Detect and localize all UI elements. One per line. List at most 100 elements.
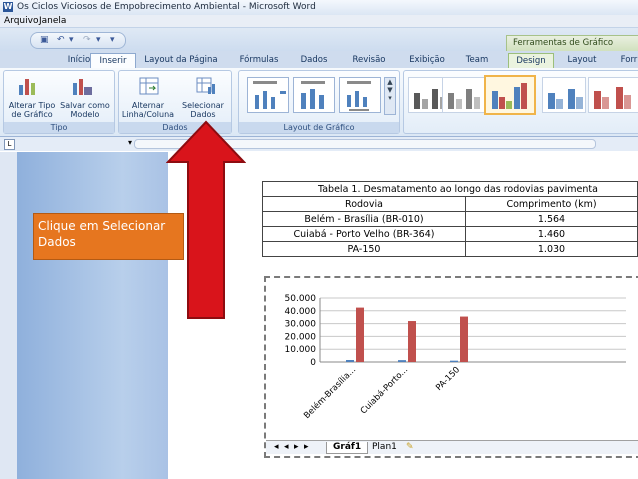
bar — [356, 307, 364, 362]
table-header: Rodovia — [262, 196, 466, 212]
chevron-down-icon[interactable]: ▾ — [96, 35, 101, 45]
bar — [460, 316, 468, 362]
window-title: Os Ciclos Viciosos de Empobrecimento Amb… — [17, 2, 316, 12]
last-sheet-icon[interactable]: ▸ — [304, 442, 309, 453]
group-tipo: Alterar Tipo de Gráfico Salvar como Mode… — [3, 70, 115, 134]
save-template-icon[interactable] — [71, 75, 93, 97]
prev-sheet-icon[interactable]: ◂ — [284, 442, 289, 453]
table-cell: Belém - Brasília (BR-010) — [262, 211, 466, 227]
chart-layout-2-thumbnail[interactable] — [293, 77, 335, 113]
tab-layout-pagina[interactable]: Layout da Página — [142, 53, 220, 68]
insert-sheet-icon[interactable]: ✎ — [406, 442, 414, 453]
document-margin-area — [17, 152, 168, 479]
tab-formatar[interactable]: Forr — [618, 53, 638, 68]
bar — [398, 360, 406, 362]
button-label: Linha/Coluna — [121, 110, 175, 119]
ribbon-tabs: Início Inserir Layout da Página Fórmulas… — [0, 51, 638, 69]
switch-row-column-button[interactable]: Alternar Linha/Coluna — [120, 101, 176, 119]
ruler-strip: L ▾ — [0, 137, 638, 151]
change-chart-type-icon[interactable] — [17, 75, 39, 97]
save-as-template-button[interactable]: Salvar como Modelo — [58, 101, 112, 119]
chart-layout-3-thumbnail[interactable] — [339, 77, 381, 113]
data-table: Tabela 1. Desmatamento ao longo das rodo… — [262, 181, 638, 257]
table-cell: 1.564 — [465, 211, 638, 227]
tab-dados[interactable]: Dados — [296, 53, 332, 68]
button-label: Dados — [190, 110, 216, 119]
switch-row-column-icon[interactable] — [138, 75, 160, 97]
chevron-down-icon[interactable]: ▾ — [69, 35, 74, 45]
tab-revisao[interactable]: Revisão — [349, 53, 389, 68]
y-tick-label: 40.000 — [285, 307, 317, 317]
chart-tools-label: Ferramentas de Gráfico — [513, 38, 614, 48]
customize-icon[interactable]: ▾ — [110, 35, 115, 45]
group-label: Layout de Gráfico — [239, 122, 399, 133]
chevron-down-icon[interactable]: ▾ — [128, 138, 132, 147]
bar — [346, 359, 354, 362]
y-tick-label: 10.000 — [285, 345, 317, 355]
table-row: Cuiabá - Porto Velho (BR-364) 1.460 — [262, 226, 638, 242]
tab-team[interactable]: Team — [462, 53, 492, 68]
more-icon[interactable]: ▾ — [385, 94, 395, 102]
y-tick-label: 0 — [310, 358, 316, 368]
sheet-tab-graf1[interactable]: Gráf1 — [326, 442, 369, 454]
tab-selector[interactable]: L — [4, 139, 15, 150]
redo-icon[interactable]: ↷ — [83, 35, 91, 45]
next-sheet-icon[interactable]: ▸ — [294, 442, 299, 453]
chart-layout-1-thumbnail[interactable] — [247, 77, 289, 113]
table-row: PA-150 1.030 — [262, 241, 638, 257]
button-label: Salvar como — [60, 101, 110, 110]
button-label: de Gráfico — [11, 110, 53, 119]
tab-design[interactable]: Design — [508, 53, 554, 69]
button-label: Alterar Tipo — [8, 101, 56, 110]
sheet-tabs: ◂ ◂ ▸ ▸ Gráf1 Plan1 ✎ — [266, 440, 638, 454]
scroll-up-icon[interactable]: ▲ — [385, 78, 395, 86]
first-sheet-icon[interactable]: ◂ — [274, 442, 279, 453]
x-tick-label: Belém-Brasília... — [302, 364, 359, 421]
embedded-chart[interactable]: 0 10.000 20.000 30.000 40.000 50.000 Belém-Bra… — [264, 276, 638, 458]
tab-layout[interactable]: Layout — [564, 53, 600, 68]
select-data-icon[interactable] — [195, 75, 217, 97]
chart-style-2-thumbnail[interactable] — [442, 77, 486, 113]
table-cell: 1.030 — [465, 241, 638, 257]
button-label: Alternar — [131, 101, 165, 110]
y-tick-label: 20.000 — [285, 332, 317, 342]
table-header: Comprimento (km) — [465, 196, 638, 212]
menu-janela[interactable]: Janela — [39, 15, 66, 27]
scroll-down-icon[interactable]: ▼ — [385, 86, 395, 94]
bar — [450, 360, 458, 362]
instruction-callout: Clique em Selecionar Dados — [33, 213, 184, 260]
group-chart-layout: ▲ ▼ ▾ Layout de Gráfico — [238, 70, 400, 134]
chart-style-4-thumbnail[interactable] — [542, 77, 586, 113]
undo-icon[interactable]: ↶ — [57, 35, 65, 45]
vertical-ruler[interactable] — [0, 152, 18, 479]
tab-exibicao[interactable]: Exibição — [405, 53, 449, 68]
y-tick-label: 30.000 — [285, 320, 317, 330]
button-label: Modelo — [70, 110, 100, 119]
select-data-button[interactable]: Selecionar Dados — [177, 101, 229, 119]
group-chart-styles — [403, 70, 638, 134]
x-tick-label: Cuiabá-Porto... — [359, 365, 410, 416]
ribbon: Alterar Tipo de Gráfico Salvar como Mode… — [0, 68, 638, 137]
table-row: Belém - Brasília (BR-010) 1.564 — [262, 211, 638, 227]
title-bar: W Os Ciclos Viciosos de Empobrecimento A… — [0, 0, 638, 16]
tab-inserir[interactable]: Inserir — [90, 53, 136, 69]
table-cell: PA-150 — [262, 241, 466, 257]
x-tick-label: PA-150 — [434, 365, 462, 393]
save-icon[interactable]: ▣ — [40, 35, 49, 45]
contextual-tab-header: Ferramentas de Gráfico — [506, 35, 638, 52]
sheet-tab-plan1[interactable]: Plan1 — [368, 442, 401, 453]
table-cell: Cuiabá - Porto Velho (BR-364) — [262, 226, 466, 242]
word-icon[interactable]: W — [3, 2, 13, 12]
callout-text: Clique em Selecionar Dados — [38, 219, 166, 249]
chart-style-5-thumbnail[interactable] — [588, 77, 638, 113]
table-title: Tabela 1. Desmatamento ao longo das rodo… — [262, 181, 638, 197]
table-cell: 1.460 — [465, 226, 638, 242]
bar — [408, 321, 416, 362]
gallery-scroll[interactable]: ▲ ▼ ▾ — [384, 77, 396, 115]
bar-chart[interactable]: 0 10.000 20.000 30.000 40.000 50.000 Belém-Bra… — [266, 278, 636, 440]
tab-formulas[interactable]: Fórmulas — [236, 53, 282, 68]
change-chart-type-button[interactable]: Alterar Tipo de Gráfico — [6, 101, 58, 119]
y-tick-label: 50.000 — [285, 294, 317, 304]
menu-arquivo[interactable]: Arquivo — [4, 15, 38, 27]
chart-style-3-thumbnail-selected[interactable] — [484, 75, 536, 115]
